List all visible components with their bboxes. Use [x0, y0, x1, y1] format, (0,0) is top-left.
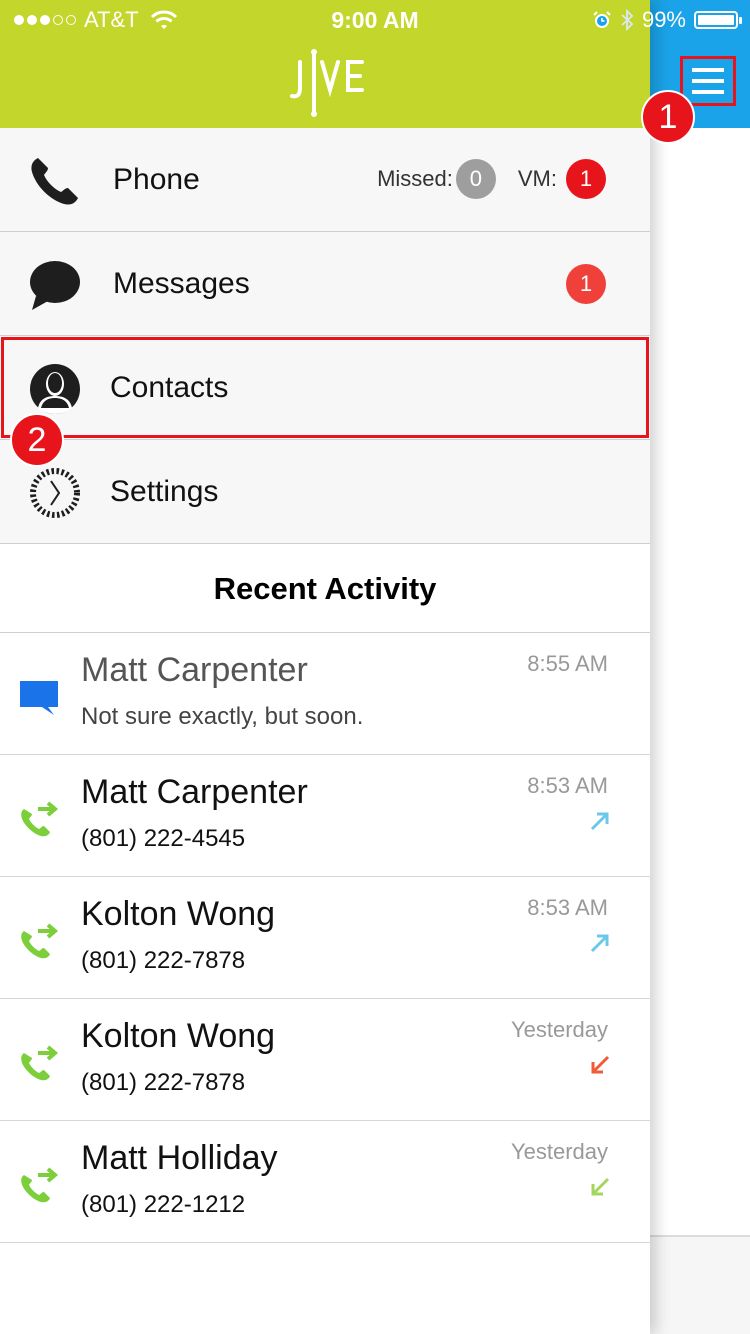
chat-bubble-icon [30, 261, 80, 310]
hamburger-icon [692, 68, 724, 72]
activity-time: 8:53 AM [527, 773, 608, 798]
voicemail-count-badge: 1 [566, 159, 606, 199]
hamburger-line [692, 90, 724, 94]
annotation-callout-2: 2 [10, 413, 64, 467]
activity-item-call[interactable]: Matt Carpenter (801) 222-4545 8:53 AM [0, 755, 650, 877]
contact-name: Matt Carpenter [81, 651, 308, 689]
activity-time: Yesterday [510, 1017, 608, 1042]
phone-counters: Missed: 0 VM: 1 [377, 159, 606, 199]
alarm-icon [593, 11, 611, 28]
settings-gear-icon [30, 468, 80, 518]
main-content-pane [650, 0, 750, 1334]
call-forward-icon [21, 1045, 59, 1081]
contact-name: Kolton Wong [81, 895, 276, 933]
bluetooth-icon [621, 9, 634, 31]
status-bar: AT&T 9:00 AM 99% [0, 0, 750, 40]
menu-label-settings: Settings [110, 475, 219, 508]
menu-label-messages: Messages [113, 267, 250, 300]
contact-name: Kolton Wong [81, 1017, 276, 1055]
main-menu: Phone Missed: 0 VM: 1 Messages 1 Contact… [0, 128, 650, 544]
missed-call-arrow-icon [591, 1055, 610, 1074]
activity-item-call[interactable]: Kolton Wong (801) 222-7878 8:53 AM [0, 877, 650, 999]
incoming-call-arrow-icon [591, 1177, 610, 1196]
outgoing-call-arrow-icon [590, 934, 609, 953]
activity-time: Yesterday [510, 1139, 608, 1164]
menu-item-settings[interactable]: Settings [0, 440, 650, 544]
battery-icon [694, 11, 742, 29]
call-forward-icon [21, 923, 59, 959]
contact-name: Matt Carpenter [81, 773, 308, 811]
activity-time: 8:55 AM [527, 651, 608, 676]
contact-name: Matt Holliday [81, 1139, 278, 1177]
contact-person-icon [30, 364, 80, 414]
phone-number: (801) 222-4545 [81, 825, 246, 852]
phone-number: (801) 222-7878 [81, 947, 246, 974]
annotation-callout-1: 1 [641, 90, 695, 144]
message-preview: Not sure exactly, but soon. [81, 703, 364, 730]
navigation-drawer: Phone Missed: 0 VM: 1 Messages 1 Contact… [0, 0, 650, 1334]
jive-logo [290, 49, 364, 117]
menu-label-phone: Phone [113, 163, 200, 196]
messages-unread-badge: 1 [566, 264, 606, 304]
bottom-area [650, 1237, 750, 1334]
message-icon [20, 681, 58, 715]
activity-time: 8:53 AM [527, 895, 608, 920]
hamburger-line [692, 79, 724, 83]
missed-label: Missed: [377, 166, 453, 191]
activity-item-message[interactable]: Matt Carpenter Not sure exactly, but soo… [0, 633, 650, 755]
phone-number: (801) 222-1212 [81, 1191, 246, 1218]
recent-activity-heading: Recent Activity [0, 545, 650, 633]
voicemail-label: VM: [517, 166, 557, 191]
call-forward-icon [21, 1167, 59, 1203]
activity-item-call[interactable]: Matt Holliday (801) 222-1212 Yesterday [0, 1121, 650, 1243]
battery-percent: 99% [641, 7, 686, 32]
menu-label-contacts: Contacts [110, 371, 229, 404]
activity-item-call[interactable]: Kolton Wong (801) 222-7878 Yesterday [0, 999, 650, 1121]
missed-count-badge: 0 [455, 159, 496, 199]
call-forward-icon [21, 801, 59, 837]
menu-item-contacts[interactable]: Contacts [0, 336, 650, 440]
menu-item-phone[interactable]: Phone Missed: 0 VM: 1 [0, 128, 650, 232]
phone-number: (801) 222-7878 [81, 1069, 246, 1096]
phone-icon [31, 158, 79, 205]
outgoing-call-arrow-icon [590, 812, 609, 831]
recent-activity-list: Matt Carpenter Not sure exactly, but soo… [0, 633, 650, 1243]
menu-item-messages[interactable]: Messages 1 [0, 232, 650, 336]
